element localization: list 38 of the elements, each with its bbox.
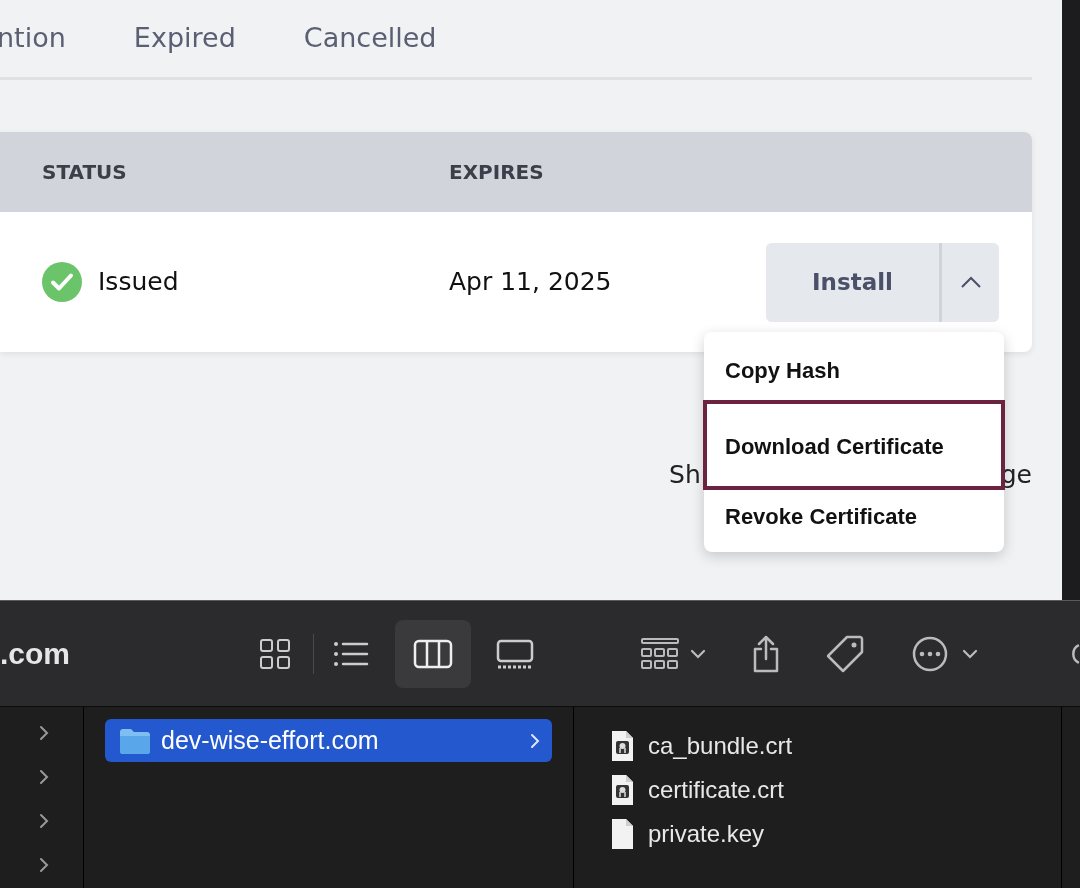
chevron-right-icon [530, 732, 540, 749]
chevron-right-icon [39, 725, 49, 741]
gallery-icon [495, 637, 534, 670]
tag-button[interactable] [826, 634, 865, 673]
group-button[interactable] [640, 636, 707, 671]
tab[interactable]: Cancelled [303, 18, 437, 58]
check-circle-icon [42, 262, 82, 302]
chevron-right-icon [39, 857, 49, 873]
chevron-right-icon [39, 769, 49, 785]
table-cell: Apr 11, 2025 [449, 267, 612, 297]
view-mode-button[interactable] [394, 619, 472, 688]
folder-row[interactable]: dev-wise-effort.com [105, 719, 552, 762]
tab[interactable]: Expired [133, 18, 236, 58]
caret-icon [959, 275, 982, 289]
chevron-down-icon [962, 648, 979, 659]
certificate-file-icon [610, 774, 636, 806]
column-header: EXPIRES [449, 160, 544, 184]
document-file-icon [610, 818, 636, 850]
tab[interactable]: ntion [0, 18, 66, 58]
columns-icon [412, 637, 453, 670]
file-row[interactable]: private.key [610, 812, 765, 856]
install-button[interactable]: Install [766, 242, 942, 322]
tag-icon [826, 634, 865, 673]
file-row[interactable]: certificate.crt [610, 768, 785, 812]
more-button[interactable] [912, 635, 979, 672]
file-row[interactable]: ca_bundle.crt [610, 724, 793, 768]
status-text: Issued [98, 266, 179, 299]
chevron-down-icon [690, 648, 707, 659]
certificate-file-icon [610, 730, 636, 762]
more-icon [912, 635, 949, 672]
group-icon [640, 636, 681, 671]
chevron-right-icon [39, 813, 49, 829]
window-title: .com [0, 636, 72, 672]
footer-text: Sh [669, 459, 701, 491]
grid-icon [259, 637, 292, 670]
column-header: STATUS [42, 160, 127, 184]
search-icon[interactable] [1070, 642, 1080, 665]
folder-icon [119, 727, 151, 754]
